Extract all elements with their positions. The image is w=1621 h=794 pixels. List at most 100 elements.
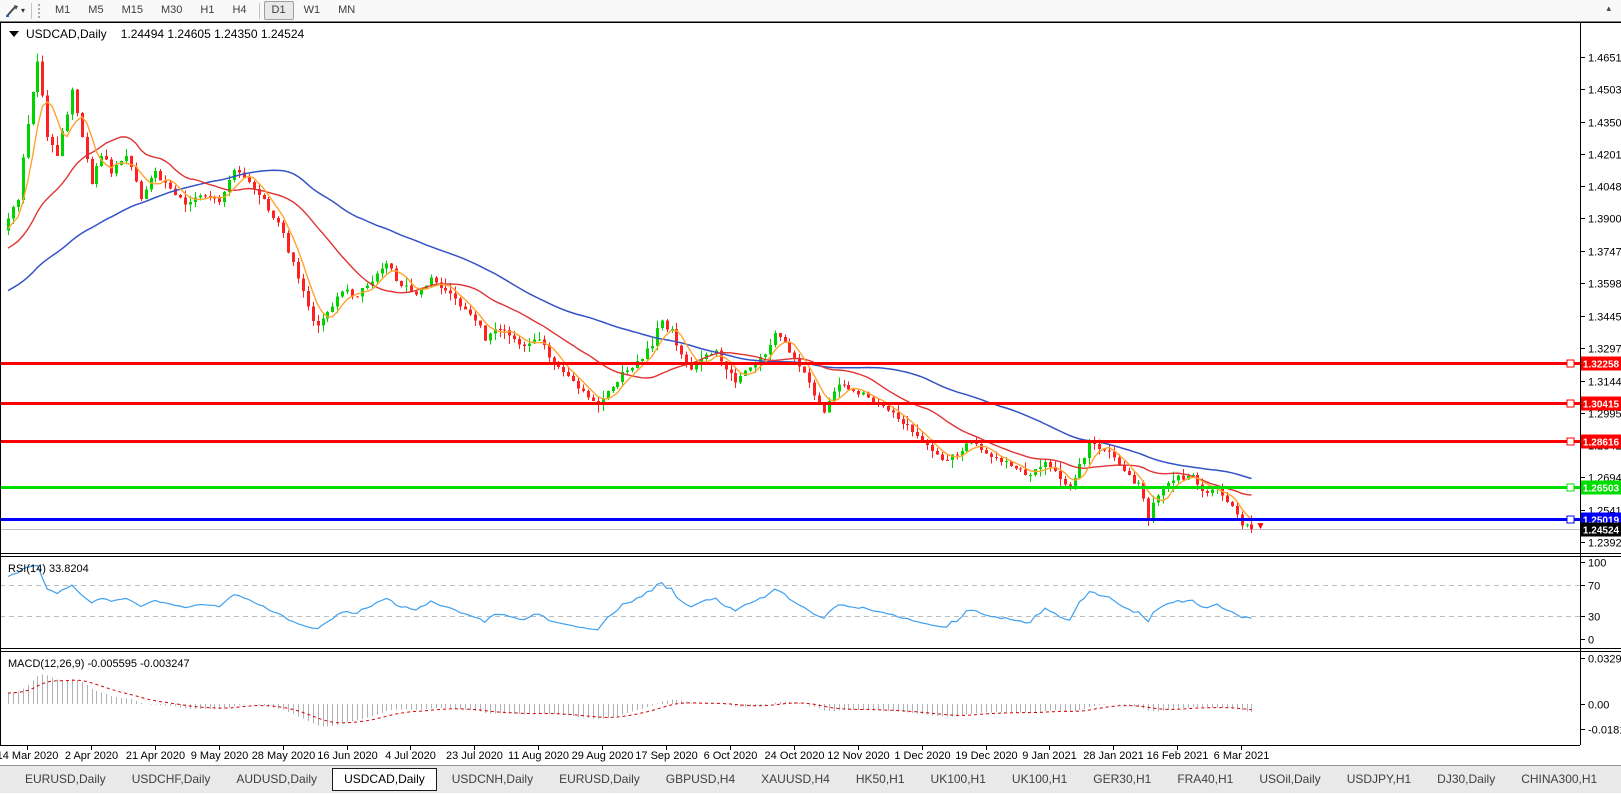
timeframe-button-m30[interactable]: M30 (153, 1, 190, 20)
candle-body (892, 411, 895, 413)
candle-body (17, 200, 20, 207)
candle-body (302, 278, 305, 291)
tab-eurusd-daily[interactable]: EURUSD,Daily (14, 769, 117, 790)
candle-body (946, 460, 949, 461)
candle-body (125, 156, 128, 161)
timeframe-button-h4[interactable]: H4 (224, 1, 254, 20)
symbol-dropdown-icon[interactable] (9, 31, 19, 37)
candle-body (1211, 490, 1214, 494)
price-axis-label: 1.37470 (1588, 247, 1621, 259)
candle-body (272, 210, 275, 218)
candle-body (444, 288, 447, 290)
candle-body (27, 124, 30, 158)
price-badge-label: 1.30415 (1583, 400, 1620, 411)
tab-usoil[interactable]: USOil, (1612, 769, 1621, 790)
hline-handle[interactable] (1567, 484, 1574, 491)
price-axis-label: 1.46515 (1588, 53, 1621, 65)
candle-body (641, 359, 644, 361)
candle-body (862, 392, 865, 394)
chart-frame (0, 22, 1621, 745)
candle-body (1137, 482, 1140, 483)
candle-body (852, 390, 855, 392)
candle-body (248, 178, 251, 182)
timeframe-button-m5[interactable]: M5 (80, 1, 111, 20)
date-label: 6 Mar 2021 (1214, 750, 1270, 762)
candle-body (774, 333, 777, 345)
tab-usdchf-daily[interactable]: USDCHF,Daily (121, 769, 222, 790)
toolbar: ▾ M1M5M15M30H1H4 D1W1MN ▴ (0, 0, 1621, 22)
hline-handle[interactable] (1567, 516, 1574, 523)
tab-eurusd-daily[interactable]: EURUSD,Daily (548, 769, 651, 790)
tab-uk100-h1[interactable]: UK100,H1 (920, 769, 997, 790)
hline-handle[interactable] (1567, 400, 1574, 407)
candle-body (813, 383, 816, 396)
candle-body (1128, 471, 1131, 475)
candle-body (730, 370, 733, 373)
cursor-tool-dropdown-icon[interactable]: ▾ (21, 6, 25, 15)
candle-body (56, 145, 59, 156)
candle-body (454, 293, 457, 298)
candle-body (897, 412, 900, 419)
tab-gbpusd-h4[interactable]: GBPUSD,H4 (655, 769, 746, 790)
candle-body (331, 306, 334, 312)
candle-body (405, 285, 408, 286)
candle-body (1118, 458, 1121, 465)
candle-body (513, 335, 516, 339)
tab-usdcad-daily[interactable]: USDCAD,Daily (332, 768, 437, 791)
tab-usdcnh-daily[interactable]: USDCNH,Daily (441, 769, 544, 790)
tab-usoil-daily[interactable]: USOil,Daily (1248, 769, 1331, 790)
candle-body (1162, 488, 1165, 495)
hline-handle[interactable] (1567, 438, 1574, 445)
panel-splitter[interactable] (0, 554, 1621, 557)
candle-body (906, 424, 909, 425)
tab-uk100-h1[interactable]: UK100,H1 (1001, 769, 1078, 790)
tab-usdjpy-h1[interactable]: USDJPY,H1 (1336, 769, 1422, 790)
candle-body (1250, 524, 1253, 529)
candle-body (990, 453, 993, 456)
tab-dj30-daily[interactable]: DJ30,Daily (1426, 769, 1506, 790)
candle-body (872, 398, 875, 403)
candle-body (1231, 502, 1234, 506)
candle-body (592, 398, 595, 401)
candle-body (115, 165, 118, 173)
date-label: 19 Dec 2020 (955, 750, 1017, 762)
chart-canvas[interactable]: 1.465151.450301.435001.420151.404851.390… (0, 22, 1621, 765)
timeframe-button-h1[interactable]: H1 (192, 1, 222, 20)
candle-body (572, 376, 575, 381)
tab-ger30-h1[interactable]: GER30,H1 (1082, 769, 1162, 790)
candle-body (341, 291, 344, 296)
candle-body (204, 195, 207, 196)
candle-body (562, 367, 565, 372)
timeframe-button-m1[interactable]: M1 (47, 1, 78, 20)
tab-china300-h1[interactable]: CHINA300,H1 (1510, 769, 1608, 790)
candle-body (41, 62, 44, 96)
candle-body (1226, 495, 1229, 501)
timeframe-button-m15[interactable]: M15 (114, 1, 151, 20)
candle-body (911, 424, 914, 432)
candle-body (356, 297, 359, 298)
timeframe-button-mn[interactable]: MN (330, 1, 363, 20)
macd-axis-label: 0.00 (1588, 700, 1609, 712)
timeframe-button-d1[interactable]: D1 (264, 1, 294, 20)
candle-body (985, 450, 988, 454)
timeframe-button-w1[interactable]: W1 (296, 1, 329, 20)
tab-xauusd-h4[interactable]: XAUUSD,H4 (750, 769, 841, 790)
candle-body (749, 368, 752, 371)
tab-fra40-h1[interactable]: FRA40,H1 (1166, 769, 1244, 790)
candle-body (1177, 476, 1180, 481)
tab-audusd-daily[interactable]: AUDUSD,Daily (225, 769, 328, 790)
panel-splitter[interactable] (0, 649, 1621, 652)
candle-body (518, 339, 521, 344)
candle-body (179, 195, 182, 198)
candle-body (902, 419, 905, 424)
toolbar-collapse-icon[interactable]: ▴ (1606, 3, 1611, 14)
price-badge-label: 1.28616 (1583, 438, 1620, 449)
candle-body (1049, 462, 1052, 467)
cursor-tool-icon[interactable] (4, 3, 20, 19)
toolbar-grip[interactable] (38, 4, 40, 18)
candle-body (587, 391, 590, 397)
price-axis-label: 1.45030 (1588, 85, 1621, 97)
tab-hk50-h1[interactable]: HK50,H1 (845, 769, 916, 790)
current-price-label: 1.24524 (1583, 526, 1620, 537)
hline-handle[interactable] (1567, 360, 1574, 367)
